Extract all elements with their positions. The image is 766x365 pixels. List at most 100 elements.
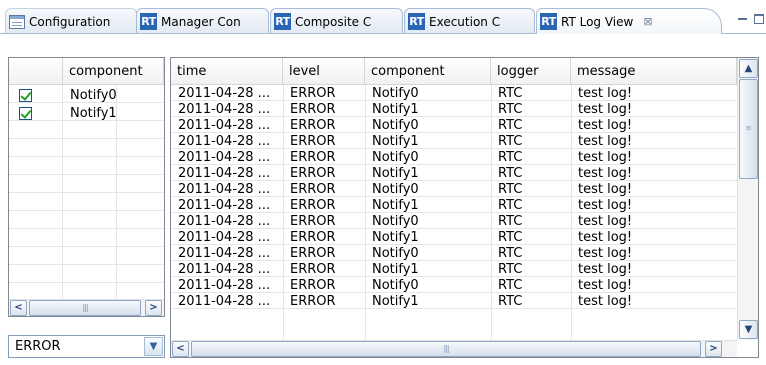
column-header-message[interactable]: message xyxy=(571,58,737,85)
cell-level: ERROR xyxy=(290,166,336,181)
cell-message: test log! xyxy=(578,198,633,213)
cell-time: 2011-04-28 ... xyxy=(178,102,271,117)
scroll-left-button[interactable]: < xyxy=(172,341,189,357)
table-row[interactable]: 2011-04-28 ... ERROR Notify1 RTC test log! xyxy=(171,134,737,150)
table-row[interactable]: 2011-04-28 ... ERROR Notify0 RTC test log! xyxy=(171,246,737,262)
cell-time: 2011-04-28 ... xyxy=(178,166,271,181)
view-tab-bar: Configuration RT Manager Con RT Composit… xyxy=(0,0,766,42)
table-row[interactable]: 2011-04-28 ... ERROR Notify0 RTC test log! xyxy=(171,150,737,166)
cell-logger: RTC xyxy=(498,294,523,309)
cell-component: Notify0 xyxy=(372,150,419,165)
component-name: Notify0 xyxy=(70,87,117,103)
cell-component: Notify0 xyxy=(372,214,419,229)
cell-logger: RTC xyxy=(498,102,523,117)
table-row[interactable]: 2011-04-28 ... ERROR Notify1 RTC test log! xyxy=(171,230,737,246)
tab-configuration[interactable]: Configuration xyxy=(5,8,137,34)
scroll-down-button[interactable]: ▼ xyxy=(739,320,758,339)
rt-icon: RT xyxy=(274,13,291,30)
cell-component: Notify0 xyxy=(372,86,419,101)
table-row[interactable]: 2011-04-28 ... ERROR Notify0 RTC test log! xyxy=(171,182,737,198)
table-row[interactable]: 2011-04-28 ... ERROR Notify1 RTC test log! xyxy=(171,262,737,278)
cell-time: 2011-04-28 ... xyxy=(178,118,271,133)
scroll-thumb[interactable]: ≡ xyxy=(739,79,758,179)
rt-icon: RT xyxy=(540,13,557,30)
component-row[interactable]: Notify1 xyxy=(9,104,164,122)
configuration-icon xyxy=(9,14,25,29)
scroll-up-button[interactable]: ▲ xyxy=(739,59,758,78)
cell-component: Notify1 xyxy=(372,294,419,309)
cell-message: test log! xyxy=(578,134,633,149)
horizontal-scrollbar[interactable]: < ||| > xyxy=(171,340,737,357)
component-name: Notify1 xyxy=(70,105,117,121)
vertical-scrollbar[interactable]: ▲ ≡ ▼ xyxy=(737,58,758,340)
cell-logger: RTC xyxy=(498,118,523,133)
column-header-component[interactable]: component xyxy=(365,58,491,85)
maximize-icon[interactable] xyxy=(754,14,764,24)
cell-level: ERROR xyxy=(290,118,336,133)
table-row[interactable]: 2011-04-28 ... ERROR Notify1 RTC test log! xyxy=(171,102,737,118)
tab-execution-context[interactable]: RT Execution C xyxy=(404,8,535,34)
component-column-header[interactable]: component xyxy=(63,58,164,85)
cell-time: 2011-04-28 ... xyxy=(178,214,271,229)
table-row[interactable]: 2011-04-28 ... ERROR Notify0 RTC test log! xyxy=(171,118,737,134)
cell-message: test log! xyxy=(578,166,633,181)
table-row[interactable]: 2011-04-28 ... ERROR Notify0 RTC test log! xyxy=(171,86,737,102)
checkbox-column-header[interactable] xyxy=(9,58,63,85)
cell-logger: RTC xyxy=(498,134,523,149)
scroll-thumb[interactable]: ||| xyxy=(29,300,141,316)
cell-component: Notify1 xyxy=(372,198,419,213)
cell-logger: RTC xyxy=(498,246,523,261)
close-icon[interactable]: ⊠ xyxy=(643,15,652,28)
component-checkbox[interactable] xyxy=(19,88,32,102)
component-row[interactable]: Notify0 xyxy=(9,86,164,104)
cell-level: ERROR xyxy=(290,182,336,197)
column-header-level[interactable]: level xyxy=(283,58,365,85)
cell-message: test log! xyxy=(578,150,633,165)
cell-message: test log! xyxy=(578,230,633,245)
table-row[interactable]: 2011-04-28 ... ERROR Notify1 RTC test log! xyxy=(171,294,737,310)
scroll-right-button[interactable]: > xyxy=(705,341,722,357)
tab-composite-component[interactable]: RT Composite C xyxy=(270,8,403,34)
cell-time: 2011-04-28 ... xyxy=(178,86,271,101)
cell-time: 2011-04-28 ... xyxy=(178,150,271,165)
scroll-thumb[interactable]: ||| xyxy=(191,341,701,357)
cell-component: Notify1 xyxy=(372,134,419,149)
table-row[interactable]: 2011-04-28 ... ERROR Notify0 RTC test log! xyxy=(171,278,737,294)
cell-level: ERROR xyxy=(290,86,336,101)
tab-rt-log-view[interactable]: RT RT Log View ⊠ xyxy=(536,8,722,34)
log-level-select[interactable]: ERROR ▼ xyxy=(8,335,165,358)
cell-message: test log! xyxy=(578,262,633,277)
cell-level: ERROR xyxy=(290,246,336,261)
table-row[interactable]: 2011-04-28 ... ERROR Notify1 RTC test log! xyxy=(171,198,737,214)
rt-icon: RT xyxy=(408,13,425,30)
scroll-left-button[interactable]: < xyxy=(10,300,27,316)
cell-logger: RTC xyxy=(498,182,523,197)
rt-icon: RT xyxy=(140,13,157,30)
column-header-logger[interactable]: logger xyxy=(491,58,571,85)
chevron-down-icon[interactable]: ▼ xyxy=(144,337,163,356)
tab-manager-control[interactable]: RT Manager Con xyxy=(136,8,269,34)
cell-logger: RTC xyxy=(498,166,523,181)
component-checkbox[interactable] xyxy=(19,106,32,120)
log-level-value: ERROR xyxy=(15,339,61,354)
cell-message: test log! xyxy=(578,294,633,309)
scroll-right-button[interactable]: > xyxy=(145,300,162,316)
cell-time: 2011-04-28 ... xyxy=(178,246,271,261)
cell-level: ERROR xyxy=(290,294,336,309)
table-row[interactable]: 2011-04-28 ... ERROR Notify1 RTC test log! xyxy=(171,166,737,182)
cell-level: ERROR xyxy=(290,262,336,277)
log-table: time level component logger message 2011… xyxy=(170,57,759,358)
cell-message: test log! xyxy=(578,246,633,261)
cell-level: ERROR xyxy=(290,198,336,213)
minimize-icon[interactable] xyxy=(738,18,747,20)
cell-message: test log! xyxy=(578,278,633,293)
cell-message: test log! xyxy=(578,214,633,229)
horizontal-scrollbar[interactable]: < ||| > xyxy=(9,299,164,316)
cell-level: ERROR xyxy=(290,278,336,293)
column-header-time[interactable]: time xyxy=(171,58,283,85)
table-row[interactable]: 2011-04-28 ... ERROR Notify0 RTC test log! xyxy=(171,214,737,230)
component-filter-table: component Notify0 Notify1 < ||| > xyxy=(8,57,165,317)
cell-time: 2011-04-28 ... xyxy=(178,262,271,277)
tab-label: Manager Con xyxy=(161,14,241,29)
cell-logger: RTC xyxy=(498,214,523,229)
